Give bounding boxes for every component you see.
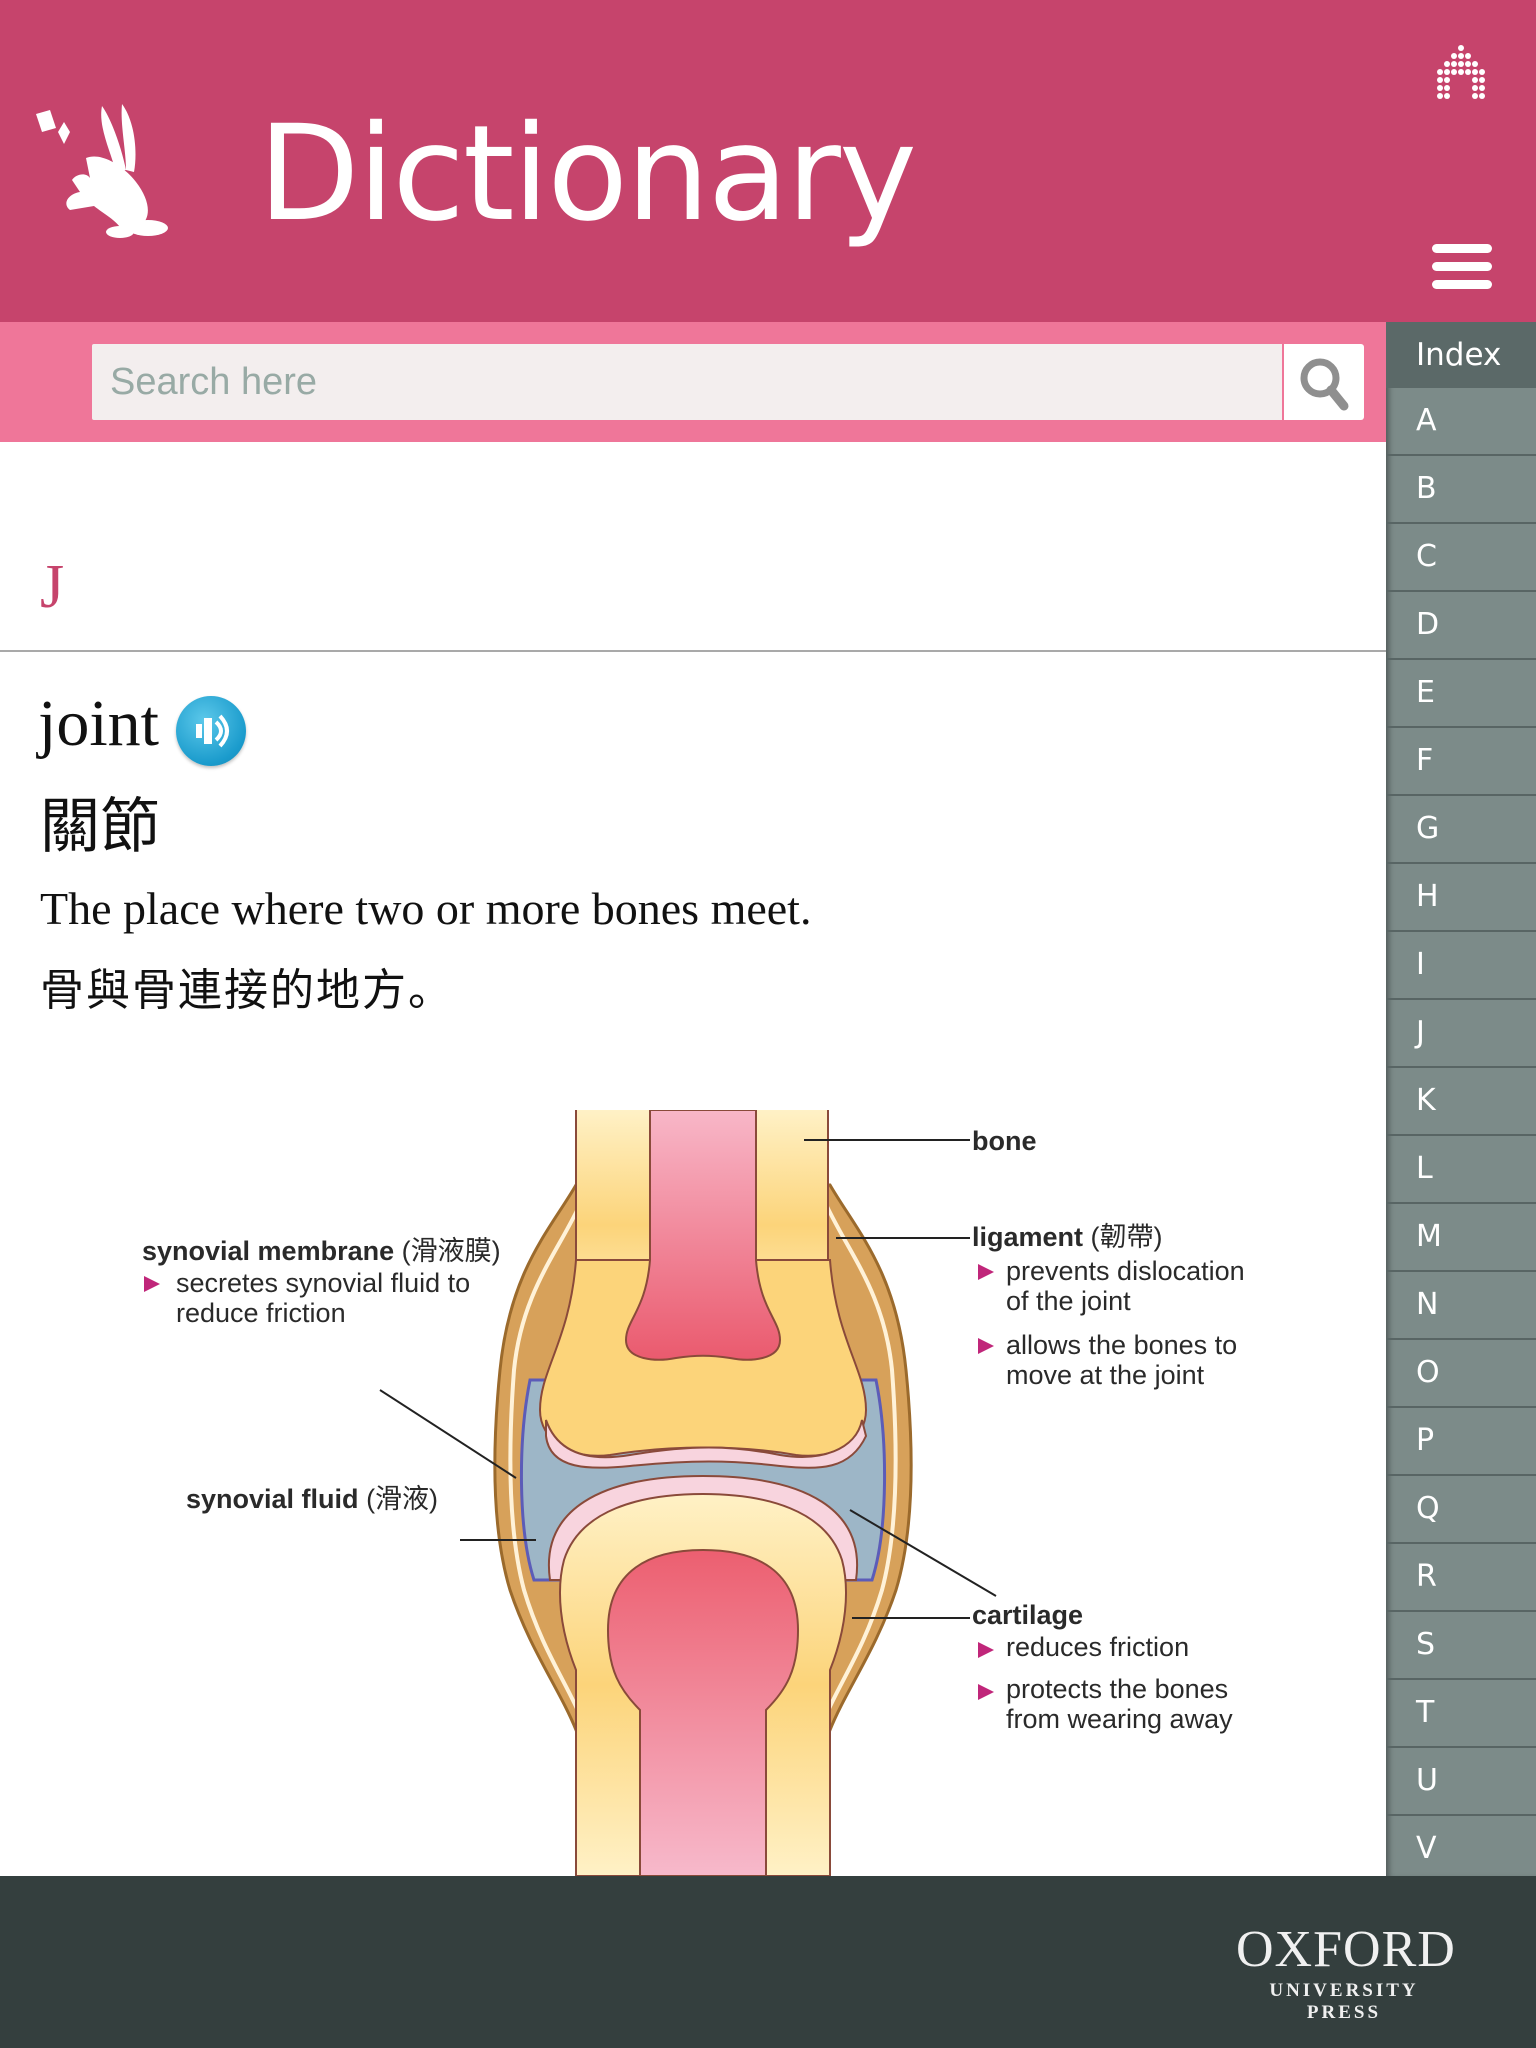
index-letter-v[interactable]: V — [1386, 1814, 1536, 1876]
entry-content: J joint 關節 The place where two or more b… — [0, 442, 1386, 1876]
publisher-name: OXFORD — [1236, 1921, 1456, 1978]
cartilage-point-1: reduces friction — [1006, 1632, 1189, 1662]
label-ligament: ligament (韌帶) — [972, 1222, 1163, 1252]
ligament-point-1-line-1: prevents dislocation — [1006, 1256, 1245, 1286]
index-letter-c[interactable]: C — [1386, 522, 1536, 590]
menu-button[interactable] — [1432, 244, 1492, 296]
section-divider — [0, 650, 1386, 652]
label-synovial-fluid: synovial fluid (滑液) — [186, 1484, 438, 1514]
index-letter-p[interactable]: P — [1386, 1406, 1536, 1474]
speaker-audio-icon — [196, 714, 229, 748]
publisher-subtitle: UNIVERSITY PRESS — [1269, 1980, 1419, 2023]
index-letter-k[interactable]: K — [1386, 1066, 1536, 1134]
bullet-icon — [144, 1276, 160, 1292]
pronunciation-audio-button[interactable] — [176, 696, 246, 766]
rabbit-logo-icon — [36, 104, 168, 238]
label-bone: bone — [972, 1126, 1037, 1156]
search-button[interactable] — [1284, 344, 1364, 420]
ligament-point-2-line-1: allows the bones to — [1006, 1330, 1237, 1360]
joint-diagram: bone ligament (韌帶) prevents dislocation … — [142, 1110, 1245, 1876]
home-icon — [1437, 45, 1485, 99]
definition-english: The place where two or more bones meet. — [40, 883, 812, 934]
index-letter-u[interactable]: U — [1386, 1746, 1536, 1814]
definition-chinese: 骨與骨連接的地方。 — [40, 965, 454, 1016]
index-letter-t[interactable]: T — [1386, 1678, 1536, 1746]
bullet-icon — [978, 1264, 994, 1280]
home-button[interactable] — [1428, 40, 1494, 100]
index-letter-j[interactable]: J — [1386, 998, 1536, 1066]
index-letter-b[interactable]: B — [1386, 454, 1536, 522]
headword-chinese: 關節 — [40, 792, 160, 862]
index-letter-n[interactable]: N — [1386, 1270, 1536, 1338]
section-letter: J — [40, 553, 65, 621]
bullet-icon — [978, 1684, 994, 1700]
index-letter-h[interactable]: H — [1386, 862, 1536, 930]
ligament-point-2-line-2: move at the joint — [1006, 1360, 1205, 1390]
index-letter-q[interactable]: Q — [1386, 1474, 1536, 1542]
index-letter-a[interactable]: A — [1386, 388, 1536, 454]
membrane-point-line-2: reduce friction — [176, 1298, 346, 1328]
search-bar — [0, 322, 1386, 442]
alphabet-index: Index ABCDEFGHIJKLMNOPQRSTUV — [1386, 322, 1536, 1876]
index-letter-e[interactable]: E — [1386, 658, 1536, 726]
cartilage-point-2-line-1: protects the bones — [1006, 1674, 1228, 1704]
ligament-point-1-line-2: of the joint — [1006, 1286, 1131, 1316]
index-title: Index — [1386, 322, 1536, 388]
magnifier-icon — [1300, 358, 1349, 411]
index-letter-r[interactable]: R — [1386, 1542, 1536, 1610]
index-letter-d[interactable]: D — [1386, 590, 1536, 658]
search-input[interactable] — [92, 344, 1282, 420]
index-letter-f[interactable]: F — [1386, 726, 1536, 794]
headword: joint — [38, 687, 160, 760]
publisher-logo: OXFORD UNIVERSITY PRESS — [1236, 1921, 1456, 2024]
bullet-icon — [978, 1642, 994, 1658]
upper-marrow-shape — [624, 1110, 782, 1361]
index-letter-m[interactable]: M — [1386, 1202, 1536, 1270]
app-header: Dictionary — [0, 0, 1536, 322]
app-title: Dictionary — [258, 97, 917, 251]
membrane-point-line-1: secretes synovial fluid to — [176, 1268, 470, 1298]
index-letter-o[interactable]: O — [1386, 1338, 1536, 1406]
index-letter-s[interactable]: S — [1386, 1610, 1536, 1678]
footer: OXFORD UNIVERSITY PRESS — [0, 1876, 1536, 2048]
index-letter-g[interactable]: G — [1386, 794, 1536, 862]
label-synovial-membrane: synovial membrane (滑液膜) — [142, 1236, 501, 1266]
index-letter-l[interactable]: L — [1386, 1134, 1536, 1202]
bullet-icon — [978, 1338, 994, 1354]
hamburger-menu-icon — [1432, 244, 1492, 289]
index-letter-i[interactable]: I — [1386, 930, 1536, 998]
label-cartilage: cartilage — [972, 1600, 1083, 1630]
cartilage-point-2-line-2: from wearing away — [1006, 1704, 1233, 1734]
